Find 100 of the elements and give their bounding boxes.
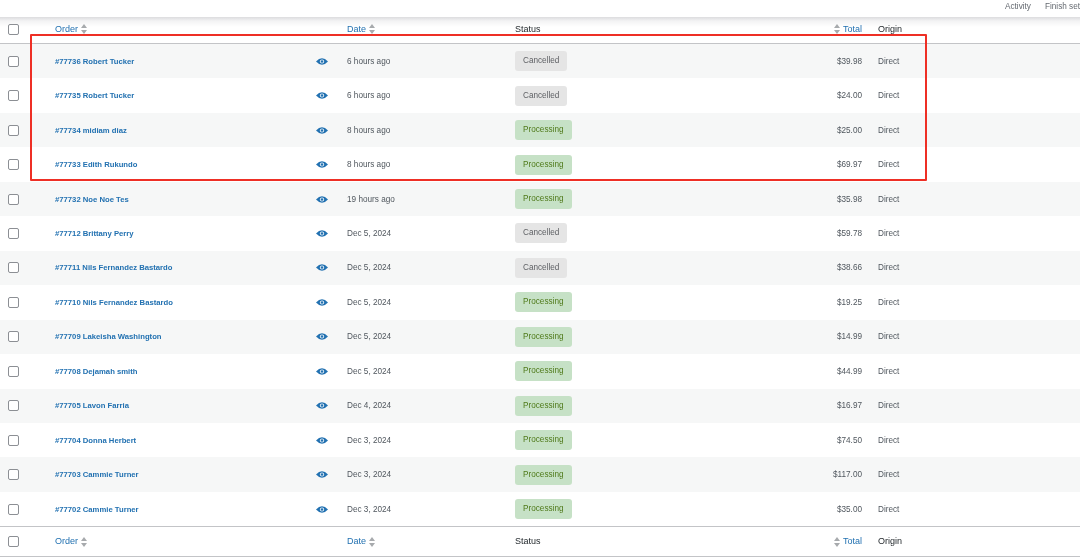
column-header[interactable]: Total xyxy=(834,23,862,35)
order-origin: Direct xyxy=(878,160,900,170)
order-origin: Direct xyxy=(878,229,900,238)
order-total: $16.97 xyxy=(836,401,862,411)
row-checkbox[interactable] xyxy=(8,193,19,205)
status-badge: Cancelled xyxy=(515,223,568,244)
row-checkbox[interactable] xyxy=(8,228,19,239)
sort-icon[interactable] xyxy=(81,24,87,34)
status-badge: Processing xyxy=(515,395,572,416)
order-date: Dec 3, 2024 xyxy=(347,470,392,480)
eye-icon[interactable] xyxy=(316,195,328,203)
order-total: $38.66 xyxy=(836,263,862,273)
order-date: 19 hours ago xyxy=(347,194,395,204)
eye-icon[interactable] xyxy=(316,264,328,272)
row-checkbox[interactable] xyxy=(8,296,19,308)
order-date: Dec 3, 2024 xyxy=(347,504,392,514)
order-origin: Direct xyxy=(878,297,900,307)
status-badge: Processing xyxy=(515,292,572,313)
eye-icon[interactable] xyxy=(316,298,328,306)
row-checkbox[interactable] xyxy=(8,55,19,67)
row-checkbox[interactable] xyxy=(8,434,19,446)
order-origin: Direct xyxy=(878,263,900,273)
row-checkbox[interactable] xyxy=(8,90,19,102)
eye-icon[interactable] xyxy=(316,161,328,169)
order-total: $44.99 xyxy=(836,366,862,376)
status-badge: Cancelled xyxy=(515,257,568,278)
order-origin: Direct xyxy=(878,125,900,135)
order-date: Dec 4, 2024 xyxy=(347,401,392,411)
order-date: 8 hours ago xyxy=(347,160,391,170)
eye-icon[interactable] xyxy=(316,436,328,444)
order-origin: Direct xyxy=(878,470,900,480)
order-origin: Direct xyxy=(878,56,900,66)
order-date: Dec 5, 2024 xyxy=(347,332,392,342)
order-total: $25.00 xyxy=(836,125,862,135)
row-checkbox[interactable] xyxy=(8,159,19,171)
eye-icon[interactable] xyxy=(316,367,328,375)
order-total: $59.78 xyxy=(836,229,862,238)
order-total: $117.00 xyxy=(833,470,862,480)
order-date: Dec 3, 2024 xyxy=(347,435,392,445)
eye-icon[interactable] xyxy=(316,333,328,341)
order-origin: Direct xyxy=(878,91,900,101)
row-checkbox[interactable] xyxy=(8,469,19,481)
eye-icon[interactable] xyxy=(316,126,328,134)
order-date: Dec 5, 2024 xyxy=(347,297,392,307)
header-link[interactable]: Finish set xyxy=(1044,1,1080,12)
select-all-checkbox[interactable] xyxy=(8,536,19,548)
order-total: $74.50 xyxy=(836,435,862,445)
row-checkbox[interactable] xyxy=(8,400,19,412)
column-header[interactable]: Date xyxy=(347,536,375,548)
column-header: Status xyxy=(515,536,541,548)
status-badge: Processing xyxy=(515,464,572,485)
status-badge: Processing xyxy=(515,326,572,347)
row-checkbox[interactable] xyxy=(8,331,19,343)
order-origin: Direct xyxy=(878,366,900,376)
select-all-checkbox[interactable] xyxy=(8,23,19,35)
status-badge: Processing xyxy=(515,189,572,210)
order-total: $69.97 xyxy=(836,160,862,170)
status-badge: Cancelled xyxy=(515,85,568,106)
sort-icon[interactable] xyxy=(834,536,840,547)
order-date: Dec 5, 2024 xyxy=(347,366,392,376)
eye-icon[interactable] xyxy=(316,230,328,237)
row-checkbox[interactable] xyxy=(8,262,19,274)
row-checkbox[interactable] xyxy=(8,124,19,136)
sort-icon[interactable] xyxy=(369,536,375,547)
order-total: $14.99 xyxy=(836,332,862,342)
order-total: $39.98 xyxy=(836,56,862,66)
row-checkbox[interactable] xyxy=(8,365,19,377)
status-badge: Processing xyxy=(515,154,572,175)
status-badge: Processing xyxy=(515,430,572,451)
sort-icon[interactable] xyxy=(369,24,375,34)
status-badge: Cancelled xyxy=(515,51,568,72)
order-date: Dec 5, 2024 xyxy=(347,263,392,273)
order-total: $35.00 xyxy=(836,504,862,514)
eye-icon[interactable] xyxy=(316,505,328,513)
order-date: 8 hours ago xyxy=(347,125,391,135)
sort-icon[interactable] xyxy=(81,536,87,547)
column-header: Status xyxy=(515,23,541,35)
column-header[interactable]: Order xyxy=(55,23,87,35)
order-origin: Direct xyxy=(878,401,900,411)
status-badge: Processing xyxy=(515,120,572,141)
column-header[interactable]: Total xyxy=(834,536,862,548)
order-date: 6 hours ago xyxy=(347,91,391,101)
order-origin: Direct xyxy=(878,332,900,342)
eye-icon[interactable] xyxy=(316,402,328,410)
eye-icon[interactable] xyxy=(316,471,328,479)
order-total: $24.00 xyxy=(836,91,862,101)
order-origin: Direct xyxy=(878,504,900,514)
header-link[interactable]: Activity xyxy=(1005,1,1031,12)
eye-icon[interactable] xyxy=(316,57,328,65)
order-total: $35.98 xyxy=(836,194,862,204)
eye-icon[interactable] xyxy=(316,92,328,100)
order-date: Dec 5, 2024 xyxy=(347,229,392,238)
order-origin: Direct xyxy=(878,194,900,204)
row-checkbox[interactable] xyxy=(8,503,19,515)
column-header: Origin xyxy=(878,23,902,35)
sort-icon[interactable] xyxy=(834,24,840,34)
status-badge: Processing xyxy=(515,499,572,520)
column-header[interactable]: Order xyxy=(55,536,87,548)
column-header: Origin xyxy=(878,536,902,548)
column-header[interactable]: Date xyxy=(347,23,375,35)
